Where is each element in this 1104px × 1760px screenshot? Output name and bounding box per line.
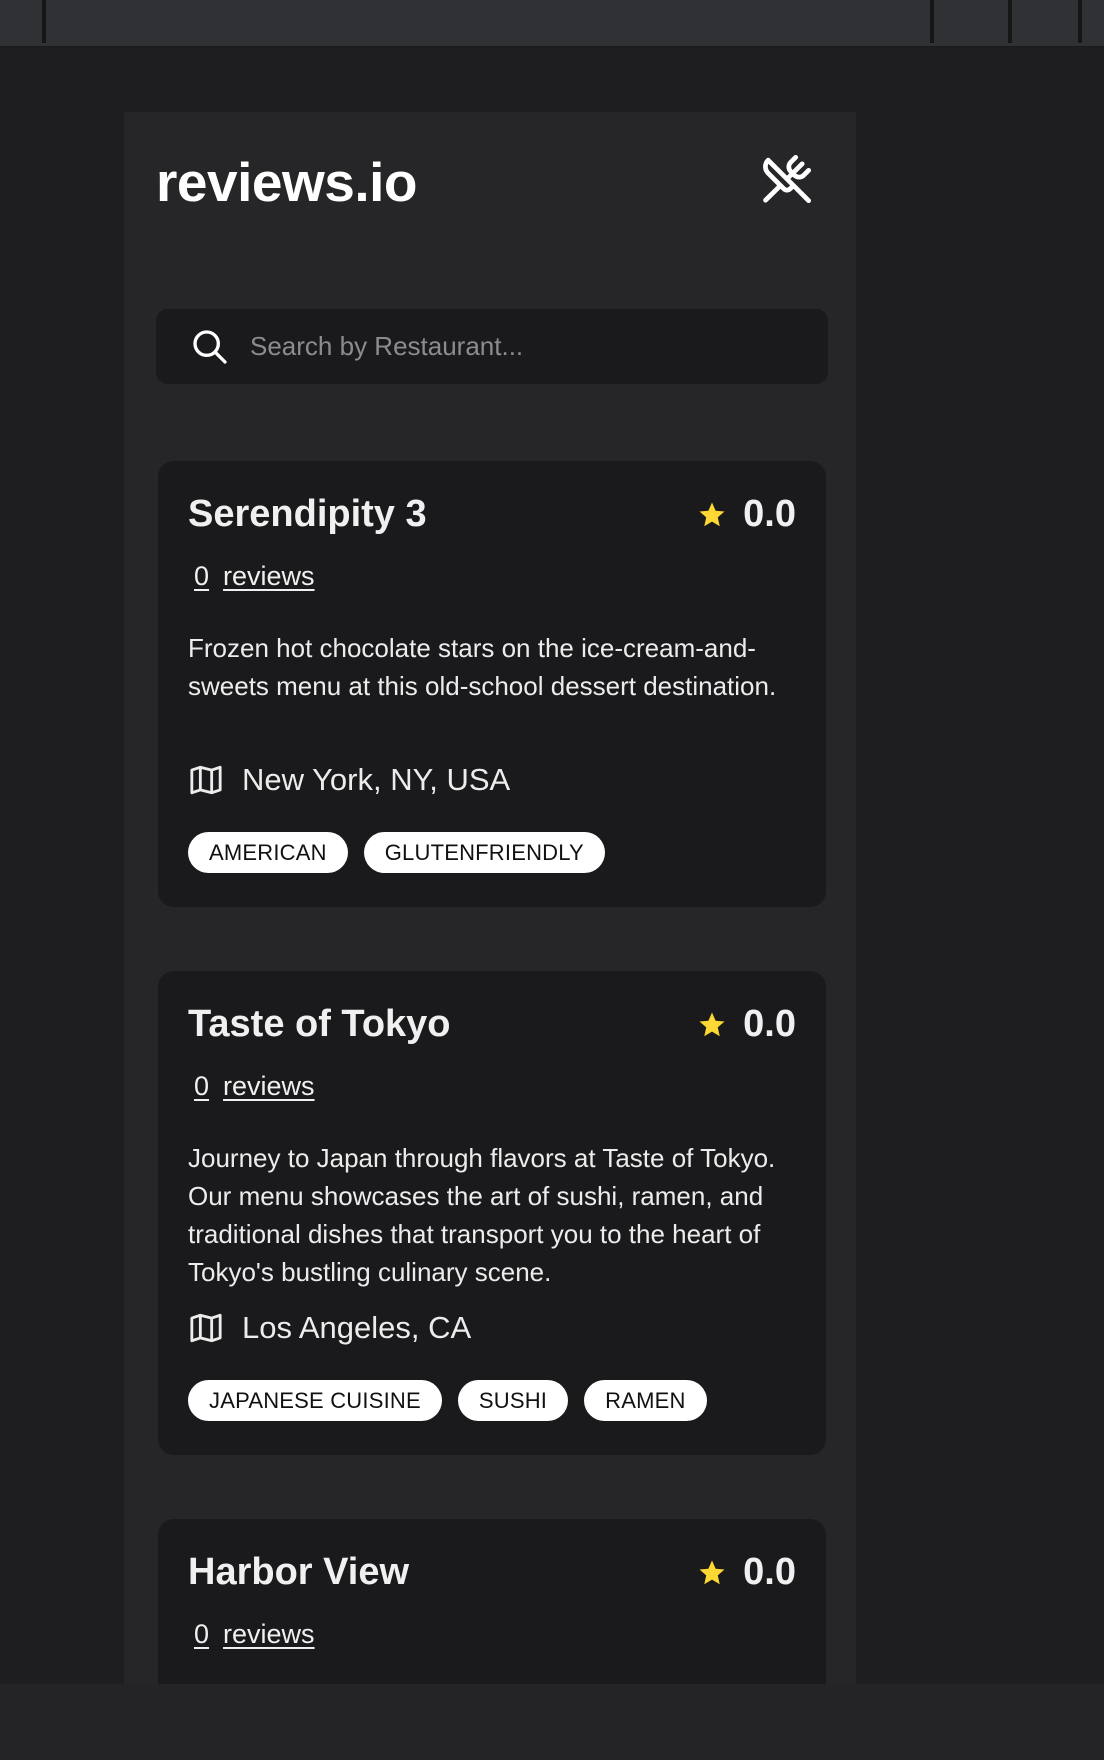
app-logo[interactable]: reviews.io — [156, 150, 417, 214]
restaurant-description: Journey to Japan through flavors at Tast… — [188, 1143, 776, 1287]
reviews-label[interactable]: reviews — [223, 561, 315, 591]
app-container: reviews.io Serendipity 3 0.0 0 reviews Fr… — [124, 112, 856, 1684]
restaurant-card[interactable]: Taste of Tokyo 0.0 0 reviews Journey to J… — [158, 971, 826, 1455]
cuisine-tag[interactable]: RAMEN — [584, 1380, 707, 1421]
restaurant-name[interactable]: Serendipity 3 — [188, 493, 427, 536]
reviews-label[interactable]: reviews — [223, 1071, 315, 1101]
location-text: Los Angeles, CA — [242, 1310, 472, 1345]
review-count[interactable]: 0 — [194, 1071, 209, 1101]
search-input[interactable] — [250, 309, 810, 384]
restaurant-rating: 0.0 — [697, 493, 796, 536]
rating-value: 0.0 — [743, 1003, 796, 1045]
app-header: reviews.io — [156, 140, 816, 216]
top-bar-divider — [930, 0, 934, 43]
restaurant-rating: 0.0 — [697, 1551, 796, 1594]
cuisine-tag[interactable]: JAPANESE CUISINE — [188, 1380, 442, 1421]
review-count[interactable]: 0 — [194, 561, 209, 591]
map-icon — [190, 765, 222, 795]
rating-value: 0.0 — [743, 493, 796, 535]
restaurant-name[interactable]: Taste of Tokyo — [188, 1003, 451, 1046]
cuisine-tag[interactable]: SUSHI — [457, 1380, 569, 1421]
restaurant-card[interactable]: Serendipity 3 0.0 0 reviews Frozen hot ch… — [158, 461, 826, 907]
reviews-label[interactable]: reviews — [223, 1619, 315, 1649]
restaurant-location: New York, NY, USA — [188, 762, 510, 798]
review-count[interactable]: 0 — [194, 1619, 209, 1649]
reviews-link[interactable]: 0 reviews — [194, 1071, 315, 1102]
restaurant-name[interactable]: Harbor View — [188, 1551, 409, 1594]
search-bar — [156, 309, 828, 384]
restaurant-description: Frozen hot chocolate stars on the ice-cr… — [188, 633, 777, 701]
utensils-crossed-icon[interactable] — [758, 150, 816, 208]
star-icon — [699, 502, 725, 526]
search-icon — [193, 330, 227, 364]
top-bar-divider — [1078, 0, 1082, 43]
reviews-link[interactable]: 0 reviews — [194, 1619, 315, 1650]
top-bar-divider — [1008, 0, 1012, 43]
location-text: New York, NY, USA — [242, 762, 511, 797]
restaurant-rating: 0.0 — [697, 1003, 796, 1046]
page-bottom-area — [0, 1684, 1104, 1760]
cuisine-tag[interactable]: GLUTENFRIENDLY — [363, 832, 605, 873]
reviews-link[interactable]: 0 reviews — [194, 561, 315, 592]
rating-value: 0.0 — [743, 1551, 796, 1593]
map-icon — [190, 1313, 222, 1343]
tag-list: AMERICAN GLUTENFRIENDLY — [188, 832, 621, 873]
browser-top-bar — [0, 0, 1104, 47]
tag-list: JAPANESE CUISINE SUSHI RAMEN — [188, 1380, 723, 1421]
cuisine-tag[interactable]: AMERICAN — [188, 832, 348, 873]
restaurant-location: Los Angeles, CA — [188, 1310, 471, 1346]
star-icon — [699, 1012, 725, 1036]
star-icon — [699, 1560, 725, 1584]
restaurant-card[interactable]: Harbor View 0.0 0 reviews — [158, 1519, 826, 1684]
top-bar-divider — [42, 0, 46, 43]
